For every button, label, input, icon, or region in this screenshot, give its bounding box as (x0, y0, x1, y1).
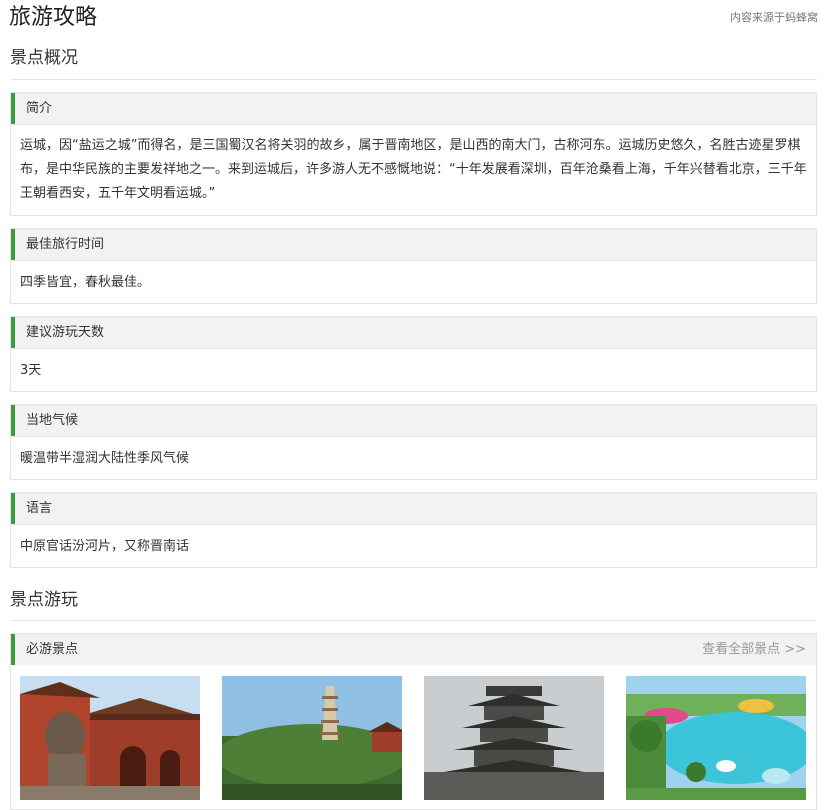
language-card-header: 语言 (11, 493, 816, 524)
intro-card: 简介 运城，因“盐运之城”而得名，是三国蜀汉名将关羽的故乡，属于晋南地区，是山西… (10, 92, 817, 216)
attraction-thumbnails (20, 676, 810, 804)
best-time-card-label: 最佳旅行时间 (26, 237, 105, 252)
language-card: 语言 中原官话汾河片，又称晋南话 (10, 492, 817, 568)
suggested-days-card: 建议游玩天数 3天 (10, 316, 817, 392)
intro-card-content: 运城，因“盐运之城”而得名，是三国蜀汉名将关羽的故乡，属于晋南地区，是山西的南大… (11, 124, 816, 215)
suggested-days-card-label: 建议游玩天数 (26, 325, 105, 340)
climate-card: 当地气候 暖温带半湿润大陆性季风气候 (10, 404, 817, 480)
play-divider (10, 620, 817, 621)
source-note: 内容来源于蚂蜂窝 (730, 11, 818, 24)
overview-divider (10, 79, 817, 80)
climate-card-label: 当地气候 (26, 413, 79, 428)
must-visit-card-header: 必游景点 查看全部景点 >> (11, 634, 816, 665)
attraction-photo-tower-pavilion[interactable] (424, 676, 604, 800)
best-time-card-content: 四季皆宜，春秋最佳。 (11, 260, 816, 303)
intro-card-label: 简介 (26, 101, 53, 116)
play-section-title: 景点游玩 (10, 590, 78, 610)
climate-card-content: 暖温带半湿润大陆性季风气候 (11, 436, 816, 479)
best-time-card: 最佳旅行时间 四季皆宜，春秋最佳。 (10, 228, 817, 304)
must-visit-card-label: 必游景点 (26, 642, 79, 657)
best-time-card-header: 最佳旅行时间 (11, 229, 816, 260)
view-all-attractions-link[interactable]: 查看全部景点 >> (702, 634, 806, 665)
intro-card-header: 简介 (11, 93, 816, 124)
suggested-days-card-content: 3天 (11, 348, 816, 391)
language-card-content: 中原官话汾河片，又称晋南话 (11, 524, 816, 567)
language-card-label: 语言 (26, 501, 53, 516)
overview-section-title: 景点概况 (10, 48, 78, 68)
travel-guide-page: 旅游攻略 内容来源于蚂蜂窝 景点概况 简介 运城，因“盐运之城”而得名，是三国蜀… (0, 0, 828, 810)
attraction-photo-pagoda-hill[interactable] (222, 676, 402, 800)
attraction-photo-temple-gate[interactable] (20, 676, 200, 800)
attraction-photo-water-park[interactable] (626, 676, 806, 800)
page-title: 旅游攻略 (9, 5, 98, 30)
climate-card-header: 当地气候 (11, 405, 816, 436)
suggested-days-card-header: 建议游玩天数 (11, 317, 816, 348)
